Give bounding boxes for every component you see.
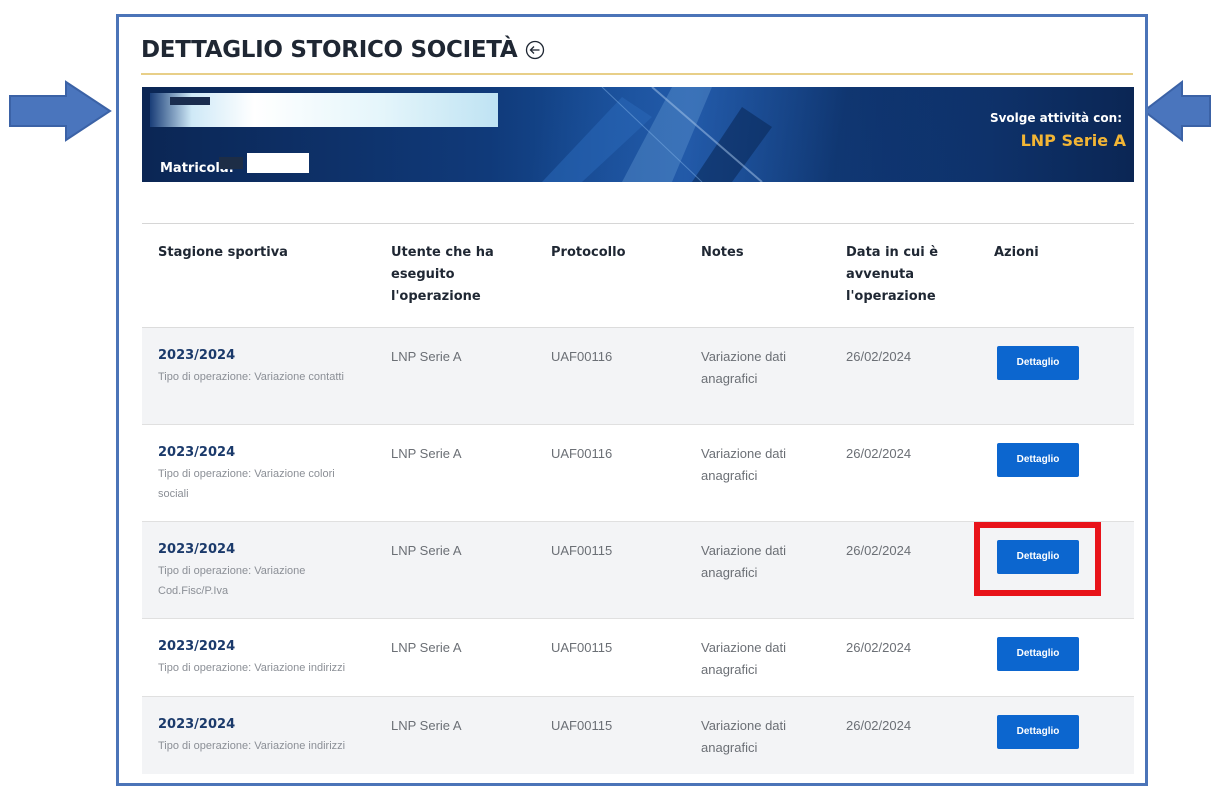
- table-row: 2023/2024 Tipo di operazione: Variazione…: [142, 619, 1134, 697]
- banner-background-image: [542, 87, 772, 182]
- season-value: 2023/2024: [158, 445, 236, 460]
- user-cell: LNP Serie A: [391, 446, 462, 461]
- date-cell: 26/02/2024: [846, 446, 912, 461]
- column-header-notes: Notes: [701, 245, 744, 260]
- protocol-cell: UAF00115: [551, 640, 613, 655]
- season-value: 2023/2024: [158, 639, 236, 654]
- date-cell: 26/02/2024: [846, 543, 912, 558]
- redacted-mark: [170, 97, 210, 105]
- league-name: LNP Serie A: [1020, 131, 1126, 150]
- table-row: 2023/2024 Tipo di operazione: Variazione…: [142, 328, 1134, 425]
- history-table: Stagione sportiva Utente che ha eseguito…: [142, 223, 1134, 774]
- title-divider: [141, 73, 1133, 75]
- page-title: DETTAGLIO STORICO SOCIETÀ: [141, 37, 545, 63]
- actions-cell: Dettaglio: [978, 697, 1134, 774]
- season-value: 2023/2024: [158, 717, 236, 732]
- screenshot-frame: DETTAGLIO STORICO SOCIETÀ Matricola: Svo…: [116, 14, 1148, 786]
- season-cell: 2023/2024 Tipo di operazione: Variazione…: [142, 619, 375, 696]
- notes-cell: Variazione dati anagrafici: [701, 718, 787, 755]
- user-cell: LNP Serie A: [391, 640, 462, 655]
- actions-cell: Dettaglio: [978, 425, 1134, 521]
- table-header: Stagione sportiva Utente che ha eseguito…: [142, 224, 1134, 328]
- date-cell: 26/02/2024: [846, 640, 912, 655]
- protocol-cell: UAF00115: [551, 543, 613, 558]
- column-header-actions: Azioni: [994, 245, 1039, 260]
- operation-type: Tipo di operazione: Variazione indirizzi: [158, 740, 346, 752]
- column-header-season: Stagione sportiva: [158, 245, 288, 260]
- user-cell: LNP Serie A: [391, 718, 462, 733]
- activity-label: Svolge attività con:: [989, 111, 1122, 125]
- operation-type: Tipo di operazione: Variazione colori so…: [158, 468, 335, 500]
- redacted-mark: [219, 157, 243, 169]
- date-cell: 26/02/2024: [846, 349, 912, 364]
- season-cell: 2023/2024 Tipo di operazione: Variazione…: [142, 697, 375, 774]
- operation-type: Tipo di operazione: Variazione Cod.Fisc/…: [158, 565, 306, 597]
- protocol-cell: UAF00116: [551, 446, 613, 461]
- operation-type: Tipo di operazione: Variazione contatti: [158, 371, 344, 383]
- table-row: 2023/2024 Tipo di operazione: Variazione…: [142, 425, 1134, 522]
- notes-cell: Variazione dati anagrafici: [701, 640, 787, 677]
- column-header-user: Utente che ha eseguito l'operazione: [391, 245, 494, 304]
- season-cell: 2023/2024 Tipo di operazione: Variazione…: [142, 328, 375, 424]
- protocol-cell: UAF00115: [551, 718, 613, 733]
- protocol-cell: UAF00116: [551, 349, 613, 364]
- page-title-text: DETTAGLIO STORICO SOCIETÀ: [141, 37, 518, 63]
- actions-cell: Dettaglio: [978, 328, 1134, 424]
- dettaglio-button[interactable]: Dettaglio: [997, 443, 1079, 477]
- dettaglio-button[interactable]: Dettaglio: [997, 715, 1079, 749]
- annotation-arrow-left-icon: [1142, 80, 1211, 142]
- column-header-protocol: Protocollo: [551, 245, 626, 260]
- company-banner: Matricola: Svolge attività con: LNP Seri…: [142, 87, 1134, 182]
- redacted-matricola-value: [247, 153, 309, 173]
- column-header-date: Data in cui è avvenuta l'operazione: [846, 245, 939, 304]
- date-cell: 26/02/2024: [846, 718, 912, 733]
- dettaglio-button[interactable]: Dettaglio: [997, 346, 1079, 380]
- season-cell: 2023/2024 Tipo di operazione: Variazione…: [142, 425, 375, 521]
- season-cell: 2023/2024 Tipo di operazione: Variazione…: [142, 522, 375, 618]
- notes-cell: Variazione dati anagrafici: [701, 349, 787, 386]
- notes-cell: Variazione dati anagrafici: [701, 446, 787, 483]
- operation-type: Tipo di operazione: Variazione indirizzi: [158, 662, 346, 674]
- season-value: 2023/2024: [158, 348, 236, 363]
- actions-cell: Dettaglio: [978, 619, 1134, 696]
- user-cell: LNP Serie A: [391, 349, 462, 364]
- notes-cell: Variazione dati anagrafici: [701, 543, 787, 580]
- table-row: 2023/2024 Tipo di operazione: Variazione…: [142, 697, 1134, 774]
- dettaglio-button[interactable]: Dettaglio: [997, 637, 1079, 671]
- back-arrow-icon[interactable]: [525, 40, 545, 60]
- season-value: 2023/2024: [158, 542, 236, 557]
- user-cell: LNP Serie A: [391, 543, 462, 558]
- highlight-box: [974, 522, 1101, 596]
- annotation-arrow-right-icon: [9, 80, 112, 142]
